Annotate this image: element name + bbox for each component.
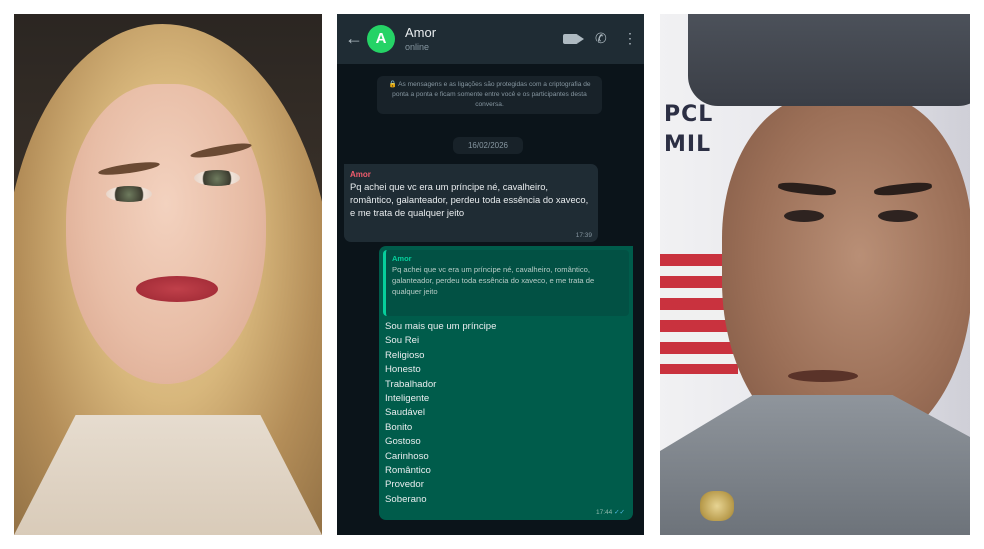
date-chip: 16/02/2026 xyxy=(453,137,523,154)
reply-lines: Sou mais que um príncipe Sou Rei Religio… xyxy=(383,320,629,507)
reply-line: Carinhoso xyxy=(385,450,429,462)
left-eye xyxy=(784,210,824,222)
reply-line: Religioso xyxy=(385,349,425,361)
outgoing-message[interactable]: Amor Pq achei que vc era um príncipe né,… xyxy=(379,246,633,520)
woman-photo xyxy=(14,14,322,535)
incoming-message[interactable]: Amor Pq achei que vc era um príncipe né,… xyxy=(344,164,598,242)
message-text: Pq achei que vc era um príncipe né, cava… xyxy=(350,181,589,218)
wall-sign-line: PCL xyxy=(664,102,714,127)
reply-line: Bonito xyxy=(385,421,413,433)
police-officer-photo: PCL MIL xyxy=(660,14,970,535)
face-shape xyxy=(66,84,266,384)
badge-icon xyxy=(700,491,734,521)
reply-line: Romântico xyxy=(385,465,431,477)
contact-status: online xyxy=(405,42,430,52)
quote-sender: Amor xyxy=(392,254,412,263)
reply-line: Provedor xyxy=(385,479,424,491)
wall-sign: PCL MIL xyxy=(664,100,713,160)
reply-line: Sou mais que um príncipe xyxy=(385,321,497,332)
encryption-text: As mensagens e as ligações são protegida… xyxy=(392,81,591,108)
quote-text: Pq achei que vc era um príncipe né, cava… xyxy=(392,265,595,296)
left-eye xyxy=(106,186,152,202)
encryption-notice[interactable]: 🔒 As mensagens e as ligações são protegi… xyxy=(377,76,602,114)
read-ticks-icon: ✓✓ xyxy=(614,509,625,516)
message-time: 17:39 xyxy=(575,232,592,239)
reply-line: Sou Rei xyxy=(385,335,420,347)
menu-dots-icon[interactable]: ⋮ xyxy=(623,30,637,46)
right-eye xyxy=(878,210,918,222)
reply-line: Gostoso xyxy=(385,436,421,448)
lock-icon: 🔒 xyxy=(388,81,397,88)
whatsapp-chat-screenshot: ← A Amor online ✆ ⋮ 🔒 As mensagens e as … xyxy=(337,14,644,535)
reply-line: Inteligente xyxy=(385,393,430,405)
avatar[interactable]: A xyxy=(367,25,395,53)
message-sender: Amor xyxy=(350,170,371,179)
mouth xyxy=(788,370,858,382)
reply-line: Saudável xyxy=(385,407,426,419)
phone-icon[interactable]: ✆ xyxy=(595,30,607,46)
message-time-text: 17:44 xyxy=(596,509,613,516)
reply-line: Honesto xyxy=(385,364,421,376)
reply-line: Trabalhador xyxy=(385,378,437,390)
contact-name[interactable]: Amor xyxy=(405,25,436,40)
message-time: 17:44 ✓✓ xyxy=(596,508,625,516)
right-eye xyxy=(194,170,240,186)
arrow-left-icon[interactable]: ← xyxy=(345,28,363,48)
reply-line: Soberano xyxy=(385,493,427,505)
chat-header: ← A Amor online ✆ ⋮ xyxy=(337,14,644,64)
lips xyxy=(136,276,218,302)
quoted-message[interactable]: Amor Pq achei que vc era um príncipe né,… xyxy=(383,250,629,316)
video-call-icon[interactable] xyxy=(563,34,584,44)
wall-sign-line: MIL xyxy=(664,132,712,157)
police-cap xyxy=(688,14,970,106)
